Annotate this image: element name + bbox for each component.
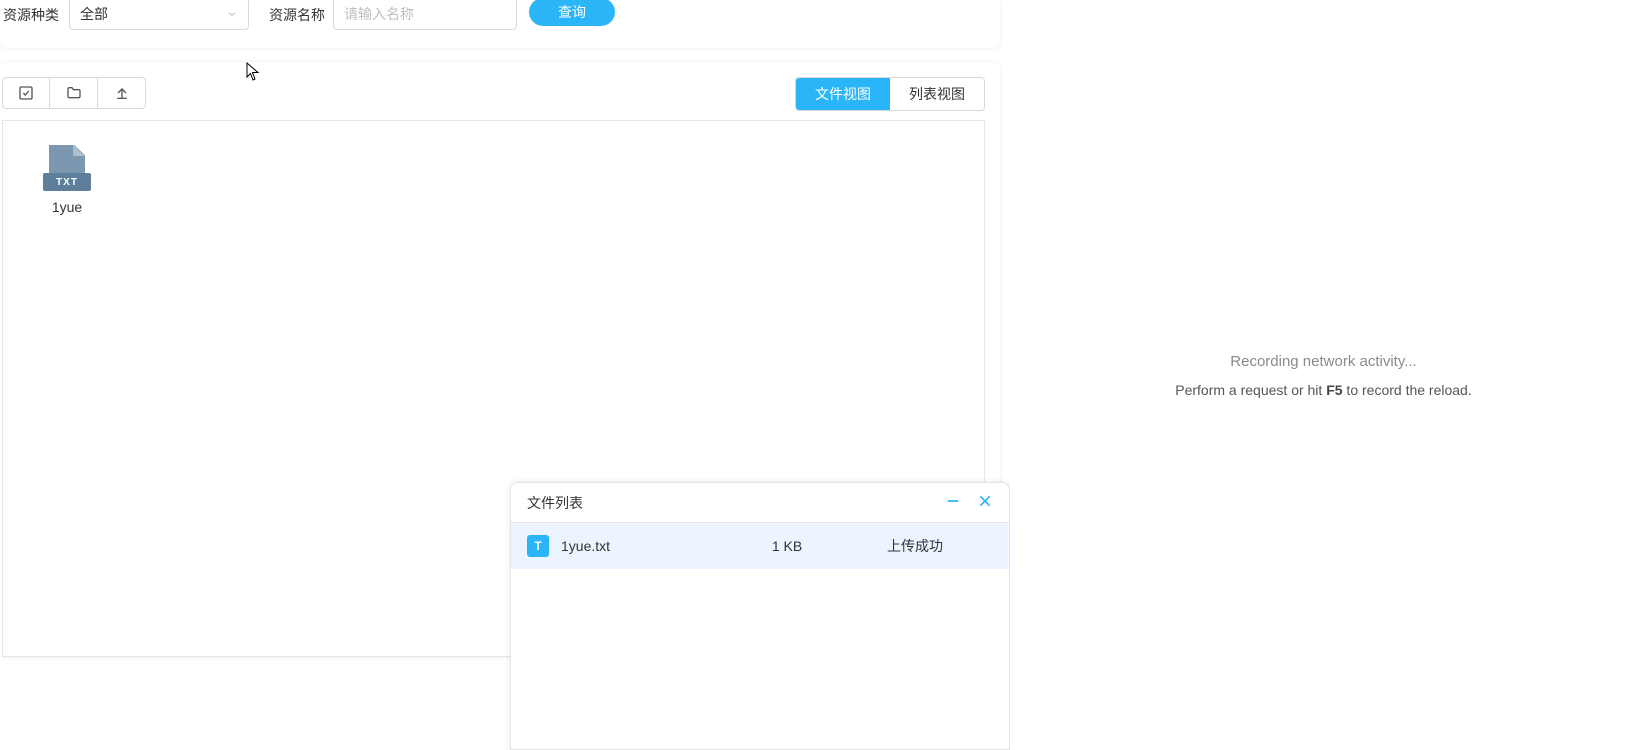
name-input-wrap — [333, 0, 517, 30]
close-button[interactable] — [977, 493, 993, 512]
upload-list-actions — [945, 493, 993, 512]
upload-icon — [114, 85, 130, 101]
select-all-button[interactable] — [2, 77, 50, 109]
category-label: 资源种类 — [3, 5, 59, 25]
upload-row[interactable]: T 1yue.txt 1 KB 上传成功 — [511, 523, 1009, 569]
query-button[interactable]: 查询 — [529, 0, 615, 26]
close-icon — [977, 493, 993, 509]
check-square-icon — [18, 85, 34, 101]
devtools-hint-key: F5 — [1326, 382, 1342, 398]
list-view-button[interactable]: 列表视图 — [890, 78, 984, 110]
upload-file-size: 1 KB — [737, 538, 837, 554]
filetype-icon: T — [527, 535, 549, 557]
upload-button[interactable] — [98, 77, 146, 109]
minimize-button[interactable] — [945, 493, 961, 512]
upload-file-status: 上传成功 — [837, 536, 993, 556]
minus-icon — [945, 493, 961, 509]
upload-list-header: 文件列表 — [511, 483, 1009, 523]
filter-bar: 资源种类 全部 资源名称 查询 — [0, 0, 1000, 48]
devtools-hint-text: Perform a request or hit F5 to record th… — [1175, 382, 1471, 398]
file-item[interactable]: TXT 1yue — [27, 145, 107, 215]
upload-list-popup: 文件列表 T 1yue.txt 1 KB 上传成功 — [510, 482, 1010, 750]
category-selected-text: 全部 — [80, 4, 108, 24]
upload-list-title: 文件列表 — [527, 493, 583, 513]
file-name-label: 1yue — [52, 199, 82, 215]
txt-file-icon: TXT — [43, 145, 91, 193]
view-switch: 文件视图 列表视图 — [795, 77, 985, 111]
devtools-network-panel: Recording network activity... Perform a … — [1010, 0, 1637, 750]
new-folder-button[interactable] — [50, 77, 98, 109]
file-ext-badge: TXT — [43, 173, 91, 191]
devtools-hint-prefix: Perform a request or hit — [1175, 382, 1326, 398]
file-view-button[interactable]: 文件视图 — [796, 78, 890, 110]
category-select[interactable]: 全部 — [69, 0, 249, 30]
upload-file-name: 1yue.txt — [561, 538, 737, 554]
file-manager-page: 资源种类 全部 资源名称 查询 文件视图 列表视图 — [0, 0, 1010, 750]
devtools-hint-suffix: to record the reload. — [1343, 382, 1472, 398]
name-input[interactable] — [344, 0, 506, 29]
chevron-down-icon — [226, 8, 238, 20]
folder-icon — [66, 85, 82, 101]
name-label: 资源名称 — [269, 5, 325, 25]
toolbar — [2, 77, 146, 109]
devtools-recording-text: Recording network activity... — [1230, 353, 1416, 370]
